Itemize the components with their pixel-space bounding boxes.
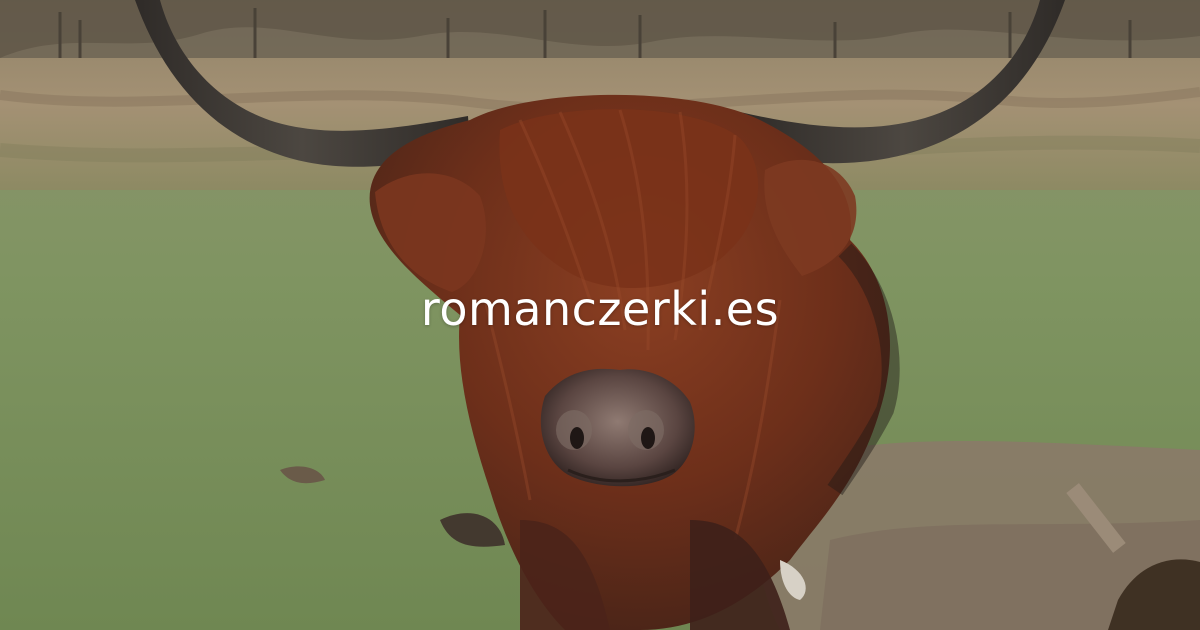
site-domain-watermark: romanczerki.es: [420, 282, 780, 336]
hero-image: romanczerki.es: [0, 0, 1200, 630]
